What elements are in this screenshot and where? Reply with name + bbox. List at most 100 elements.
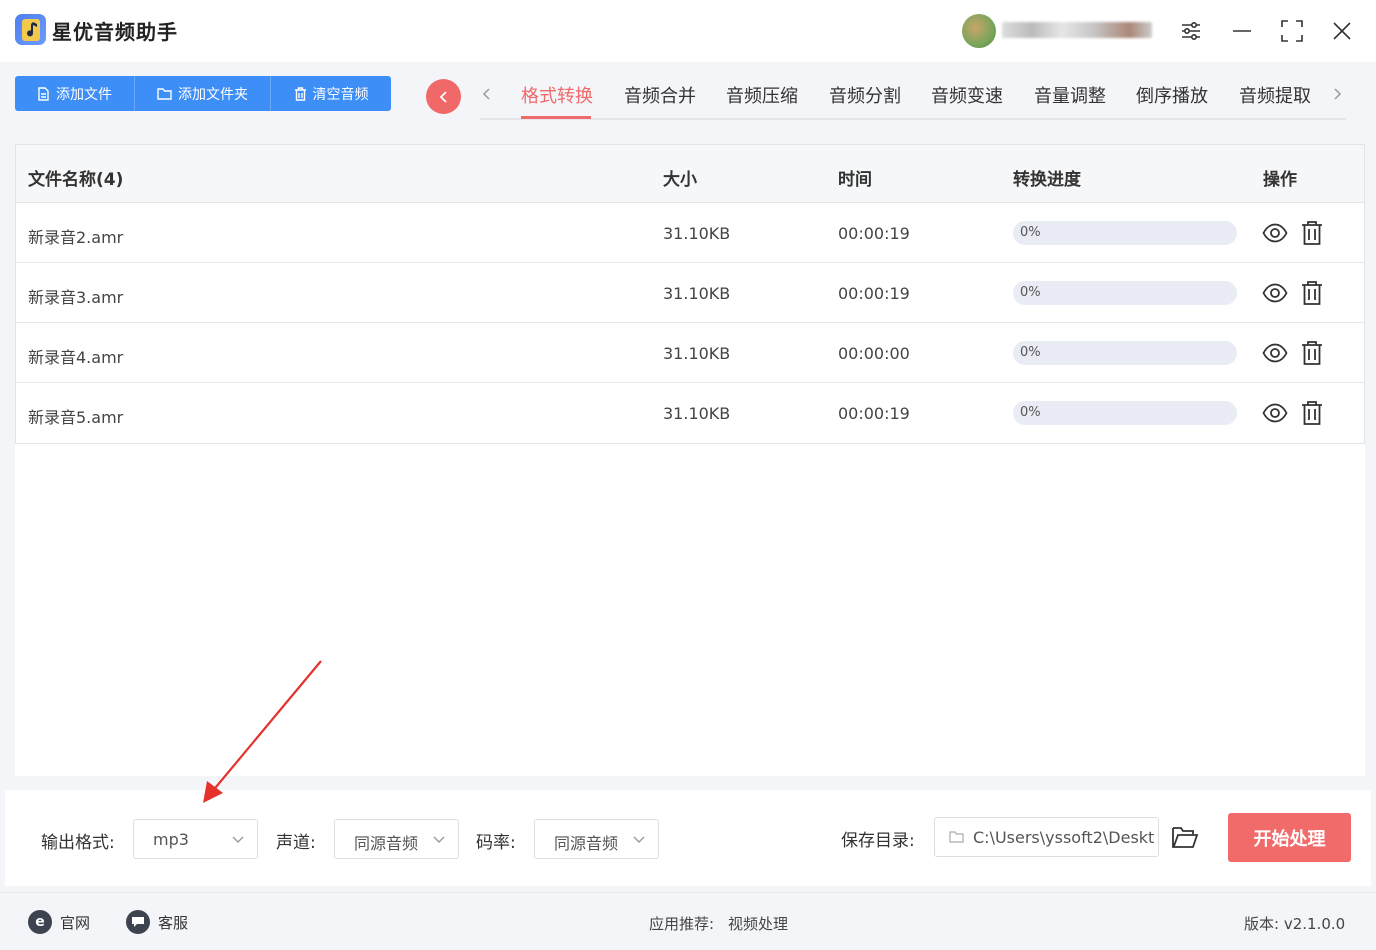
- file-name: 新录音2.amr: [28, 228, 124, 247]
- chevron-left-icon[interactable]: [482, 86, 492, 102]
- active-tab-indicator: [521, 116, 591, 119]
- settings-sliders-icon[interactable]: [1176, 16, 1206, 46]
- eye-icon[interactable]: [1262, 400, 1288, 426]
- toolbar: 添加文件 添加文件夹 清空音频: [15, 76, 391, 111]
- eye-icon[interactable]: [1262, 220, 1288, 246]
- eye-icon[interactable]: [1262, 340, 1288, 366]
- trash-icon[interactable]: [1299, 280, 1325, 306]
- version-text: 版本: v2.1.0.0: [1244, 915, 1346, 933]
- add-folder-button[interactable]: 添加文件夹: [135, 76, 271, 111]
- file-duration: 00:00:00: [838, 344, 910, 363]
- format-label: 输出格式:: [41, 833, 115, 853]
- maximize-icon[interactable]: [1277, 16, 1307, 46]
- tab-volume-adjust[interactable]: 音量调整: [1034, 82, 1106, 108]
- tab-format-convert[interactable]: 格式转换: [521, 82, 593, 108]
- close-icon[interactable]: [1327, 16, 1357, 46]
- back-icon: [439, 90, 447, 103]
- website-link[interactable]: e 官网: [28, 910, 90, 934]
- ie-icon: e: [28, 910, 52, 934]
- progress-bar: 0%: [1013, 341, 1237, 365]
- table-row[interactable]: 新录音4.amr 31.10KB 00:00:00 0%: [16, 323, 1364, 383]
- channel-value: 同源音频: [354, 834, 419, 853]
- trash-icon[interactable]: [1299, 400, 1325, 426]
- channel-label: 声道:: [276, 833, 316, 853]
- file-name: 新录音5.amr: [28, 408, 124, 427]
- folder-open-icon[interactable]: [1171, 824, 1199, 850]
- feature-tabs: 格式转换 音频合并 音频压缩 音频分割 音频变速 音量调整 倒序播放 音频提取: [480, 78, 1346, 120]
- tab-audio-extract[interactable]: 音频提取: [1239, 82, 1311, 108]
- file-size: 31.10KB: [663, 224, 731, 243]
- user-name[interactable]: [1002, 22, 1152, 38]
- bitrate-select[interactable]: 同源音频: [534, 819, 659, 859]
- app-title: 星优音频助手: [52, 20, 178, 44]
- app-window: 星优音频助手 添加文件 添加文件夹 清空音频 格式转换 音频合并 音频压缩 音频…: [0, 0, 1376, 950]
- table-header: 文件名称(4) 大小 时间 转换进度 操作: [16, 145, 1364, 203]
- folder-icon: [949, 831, 964, 843]
- chevron-right-icon[interactable]: [1332, 86, 1342, 102]
- tab-audio-compress[interactable]: 音频压缩: [726, 82, 798, 108]
- progress-text: 0%: [1020, 405, 1041, 420]
- music-note-icon: [22, 19, 40, 41]
- add-file-button[interactable]: 添加文件: [15, 76, 135, 111]
- document-icon: [38, 86, 49, 101]
- header-progress: 转换进度: [1013, 170, 1081, 190]
- clear-audio-button[interactable]: 清空音频: [271, 76, 391, 111]
- table-row[interactable]: 新录音5.amr 31.10KB 00:00:19 0%: [16, 383, 1364, 443]
- save-path-input[interactable]: C:\Users\yssoft2\Deskt: [934, 817, 1159, 857]
- trash-icon[interactable]: [1299, 340, 1325, 366]
- title-bar: 星优音频助手: [0, 0, 1376, 62]
- avatar[interactable]: [962, 14, 996, 48]
- header-size: 大小: [663, 170, 697, 190]
- progress-bar: 0%: [1013, 281, 1237, 305]
- add-folder-label: 添加文件夹: [178, 86, 248, 103]
- table-row[interactable]: 新录音3.amr 31.10KB 00:00:19 0%: [16, 263, 1364, 323]
- eye-icon[interactable]: [1262, 280, 1288, 306]
- support-link[interactable]: 客服: [126, 910, 188, 934]
- app-logo: [15, 14, 46, 45]
- chevron-down-icon: [433, 836, 445, 843]
- file-table-panel: 文件名称(4) 大小 时间 转换进度 操作 新录音2.amr 31.10KB 00:…: [15, 144, 1365, 776]
- file-size: 31.10KB: [663, 404, 731, 423]
- chevron-down-icon: [232, 836, 244, 843]
- trash-icon[interactable]: [1299, 220, 1325, 246]
- progress-bar: 0%: [1013, 221, 1237, 245]
- header-name: 文件名称(4): [28, 170, 124, 190]
- back-button[interactable]: [426, 79, 461, 114]
- progress-bar: 0%: [1013, 401, 1237, 425]
- file-duration: 00:00:19: [838, 224, 910, 243]
- bitrate-label: 码率:: [476, 833, 516, 853]
- save-path-value: C:\Users\yssoft2\Deskt: [973, 828, 1155, 847]
- format-value: mp3: [153, 830, 189, 849]
- file-duration: 00:00:19: [838, 284, 910, 303]
- progress-text: 0%: [1020, 285, 1041, 300]
- tab-reverse-play[interactable]: 倒序播放: [1136, 82, 1208, 108]
- website-label: 官网: [60, 913, 91, 932]
- bitrate-value: 同源音频: [554, 834, 619, 853]
- table-row[interactable]: 新录音2.amr 31.10KB 00:00:19 0%: [16, 203, 1364, 263]
- tab-audio-split[interactable]: 音频分割: [829, 82, 901, 108]
- format-select[interactable]: mp3: [133, 819, 258, 859]
- save-dir-label: 保存目录:: [841, 831, 915, 851]
- channel-select[interactable]: 同源音频: [334, 819, 459, 859]
- tab-audio-speed[interactable]: 音频变速: [931, 82, 1003, 108]
- recommend-app-link[interactable]: 视频处理: [728, 913, 788, 934]
- progress-text: 0%: [1020, 225, 1041, 240]
- support-label: 客服: [158, 913, 189, 932]
- file-size: 31.10KB: [663, 344, 731, 363]
- header-actions: 操作: [1263, 170, 1297, 190]
- start-button[interactable]: 开始处理: [1228, 813, 1351, 862]
- file-name: 新录音4.amr: [28, 348, 124, 367]
- recommend-label: 应用推荐:: [649, 915, 715, 933]
- file-name: 新录音3.amr: [28, 288, 124, 307]
- header-time: 时间: [838, 170, 872, 190]
- chat-icon: [126, 910, 150, 934]
- clear-audio-label: 清空音频: [312, 86, 369, 103]
- trash-icon: [294, 86, 306, 101]
- minimize-icon[interactable]: [1227, 16, 1257, 46]
- output-settings: 输出格式: mp3 声道: 同源音频 码率: 同源音频 保存目录: C:\Use…: [5, 790, 1371, 886]
- footer: e 官网 客服 应用推荐: 视频处理 版本: v2.1.0.0: [0, 892, 1376, 950]
- tab-audio-merge[interactable]: 音频合并: [624, 82, 696, 108]
- folder-icon: [157, 88, 172, 100]
- progress-text: 0%: [1020, 345, 1041, 360]
- file-size: 31.10KB: [663, 284, 731, 303]
